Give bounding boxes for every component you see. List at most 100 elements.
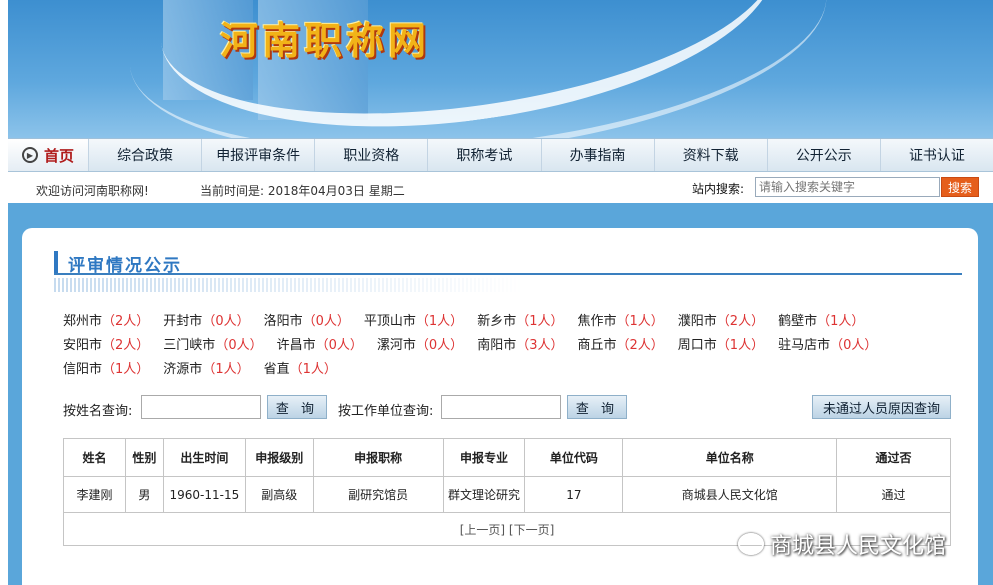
city-name: 安阳市 <box>63 338 103 353</box>
city-count: （2人） <box>102 314 150 329</box>
city-item[interactable]: 新乡市（1人） <box>477 310 563 334</box>
nav-item-certificate[interactable]: 证书认证 <box>879 139 993 171</box>
city-name: 省直 <box>263 362 290 377</box>
city-name: 洛阳市 <box>263 314 303 329</box>
info-bar: 欢迎访问河南职称网! 当前时间是: 2018年04月03日 星期二 站内搜索: … <box>8 173 993 203</box>
unit-query-input[interactable] <box>441 395 561 419</box>
city-list: 郑州市（2人） 开封市（0人） 洛阳市（0人） 平顶山市（1人） 新乡市（1人） 焦作市（… <box>63 310 893 382</box>
watermark-text: 商城县人民文化馆 <box>770 534 947 559</box>
main-nav: ▶ 首页 综合政策 申报评审条件 职业资格 职称考试 办事指南 资料下载 公开公… <box>8 138 993 172</box>
nav-home[interactable]: ▶ 首页 <box>8 139 88 171</box>
fail-reason-button[interactable]: 未通过人员原因查询 <box>812 395 951 419</box>
city-count: （0人） <box>215 338 263 353</box>
col-header: 单位名称 <box>622 438 838 477</box>
city-item[interactable]: 省直（1人） <box>264 358 337 382</box>
city-count: （1人） <box>202 362 250 377</box>
col-header: 申报专业 <box>442 438 526 477</box>
city-count: （2人） <box>716 314 765 329</box>
city-item[interactable]: 平顶山市（1人） <box>364 310 463 334</box>
table-header-row: 姓名 性别 出生时间 申报级别 申报职称 申报专业 单位代码 单位名称 通过否 <box>63 438 951 477</box>
col-header: 出生时间 <box>162 438 246 477</box>
city-name: 新乡市 <box>477 314 517 329</box>
city-item[interactable]: 郑州市（2人） <box>63 310 149 334</box>
city-count: （1人） <box>516 314 564 329</box>
name-query-button[interactable]: 查 询 <box>267 395 327 419</box>
city-name: 鹤壁市 <box>778 314 818 329</box>
city-item[interactable]: 驻马店市（0人） <box>778 334 877 358</box>
table-cell: 男 <box>124 476 164 513</box>
unit-query-button[interactable]: 查 询 <box>567 395 627 419</box>
table-row: 李建刚 男 1960-11-15 副高级 副研究馆员 群文理论研究 17 商城县… <box>63 476 951 513</box>
city-name: 平顶山市 <box>363 314 416 329</box>
table-cell: 群文理论研究 <box>442 476 526 513</box>
city-name: 漯河市 <box>376 338 416 353</box>
city-name: 濮阳市 <box>677 314 717 329</box>
nav-item-guide[interactable]: 办事指南 <box>540 139 654 171</box>
table-cell: 通过 <box>836 476 951 513</box>
city-item[interactable]: 安阳市（2人） <box>63 334 149 358</box>
city-item[interactable]: 濮阳市（2人） <box>678 310 764 334</box>
city-name: 许昌市 <box>276 338 316 353</box>
city-name: 南阳市 <box>477 338 517 353</box>
city-item[interactable]: 济源市（1人） <box>163 358 249 382</box>
dotted-divider <box>54 278 524 292</box>
city-item[interactable]: 漯河市（0人） <box>377 334 463 358</box>
search-button[interactable]: 搜索 <box>941 177 979 197</box>
city-name: 焦作市 <box>577 314 617 329</box>
col-header: 姓名 <box>63 438 126 477</box>
nav-item-exam[interactable]: 职称考试 <box>427 139 540 171</box>
city-item[interactable]: 南阳市（3人） <box>477 334 563 358</box>
city-name: 驻马店市 <box>778 338 831 353</box>
name-query-label: 按姓名查询: <box>63 404 133 419</box>
watermark: 商城县人民文化馆 <box>738 528 946 560</box>
city-item[interactable]: 开封市（0人） <box>163 310 249 334</box>
table-cell: 李建刚 <box>63 476 126 513</box>
welcome-text: 欢迎访问河南职称网! <box>36 184 149 198</box>
city-item[interactable]: 信阳市（1人） <box>63 358 149 382</box>
col-header: 单位代码 <box>524 438 624 477</box>
search-input[interactable] <box>755 177 940 197</box>
nav-item-publicity[interactable]: 公开公示 <box>766 139 880 171</box>
table-cell: 副研究馆员 <box>312 476 444 513</box>
table-cell: 17 <box>524 476 624 513</box>
col-header: 申报级别 <box>244 438 314 477</box>
current-time: 当前时间是: 2018年04月03日 星期二 <box>200 184 405 198</box>
search-label: 站内搜索: <box>692 182 745 196</box>
city-name: 郑州市 <box>63 314 103 329</box>
city-count: （1人） <box>817 314 865 329</box>
col-header: 通过否 <box>836 438 951 477</box>
table-cell: 副高级 <box>244 476 314 513</box>
city-item[interactable]: 焦作市（1人） <box>577 310 663 334</box>
city-count: （0人） <box>202 314 250 329</box>
city-name: 三门峡市 <box>163 338 216 353</box>
nav-item-policy[interactable]: 综合政策 <box>88 139 201 171</box>
nav-item-conditions[interactable]: 申报评审条件 <box>201 139 314 171</box>
wechat-icon <box>738 533 764 555</box>
nav-item-qualification[interactable]: 职业资格 <box>314 139 427 171</box>
city-count: （1人） <box>289 362 337 377</box>
site-banner: 河南职称网 <box>8 0 993 138</box>
city-item[interactable]: 许昌市（0人） <box>277 334 363 358</box>
city-item[interactable]: 三门峡市（0人） <box>163 334 262 358</box>
nav-item-download[interactable]: 资料下载 <box>653 139 767 171</box>
site-title: 河南职称网 <box>220 18 431 63</box>
city-item[interactable]: 洛阳市（0人） <box>264 310 350 334</box>
nav-home-label: 首页 <box>43 146 74 165</box>
city-count: （0人） <box>830 338 878 353</box>
table-cell: 1960-11-15 <box>162 476 246 513</box>
col-header: 性别 <box>124 438 164 477</box>
city-name: 济源市 <box>163 362 203 377</box>
city-count: （1人） <box>616 314 664 329</box>
city-item[interactable]: 鹤壁市（1人） <box>778 310 864 334</box>
unit-query-label: 按工作单位查询: <box>338 404 434 419</box>
name-query-input[interactable] <box>141 395 261 419</box>
section-header: 评审情况公示 <box>54 251 962 276</box>
city-count: （1人） <box>102 362 150 377</box>
col-header: 申报职称 <box>312 438 444 477</box>
city-name: 商丘市 <box>577 338 617 353</box>
city-item[interactable]: 商丘市（2人） <box>577 334 663 358</box>
city-count: （2人） <box>616 338 664 353</box>
play-icon: ▶ <box>21 147 38 163</box>
section-title: 评审情况公示 <box>68 256 182 276</box>
city-item[interactable]: 周口市（1人） <box>678 334 764 358</box>
